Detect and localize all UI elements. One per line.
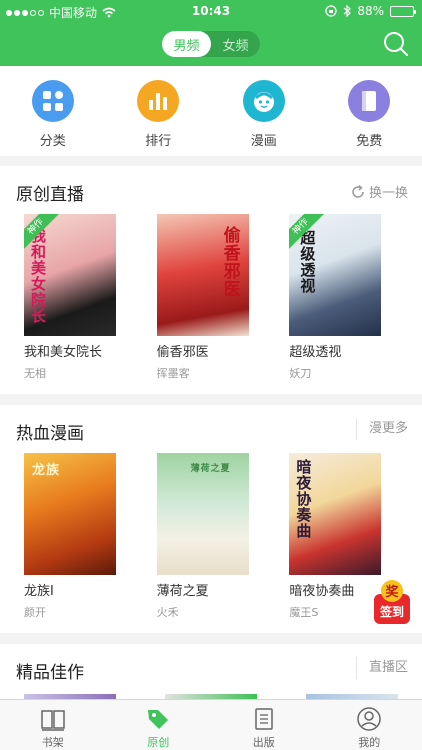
badge-bottom: 签到 [379, 604, 404, 619]
sign-in-badge[interactable]: 奖 签到 [372, 578, 412, 626]
tab-label: 出版 [252, 736, 275, 749]
bookshelf-icon [41, 710, 65, 731]
category-classify[interactable]: 分类 [0, 66, 106, 156]
cover-title: 超级透视 [298, 230, 317, 294]
tab-male[interactable]: 男频 [162, 31, 211, 57]
search-icon[interactable] [382, 30, 410, 58]
refresh-label: 换一换 [368, 186, 408, 201]
category-row: 分类 排行 漫画 免费 [0, 66, 422, 156]
smiley-icon [242, 80, 285, 122]
book-cover[interactable]: 偷香邪医 [156, 214, 249, 336]
refresh-icon [352, 184, 364, 198]
book-item[interactable]: 我和美女院长 神作 我和美女院长 无相 [24, 214, 157, 381]
tab-female[interactable]: 女频 [211, 31, 260, 57]
live-area-button[interactable]: 直播区 [355, 657, 408, 679]
cover-title: 薄荷之夏 [190, 464, 231, 474]
book-author: 挥墨客 [156, 367, 190, 380]
tab-label: 书架 [41, 736, 64, 749]
category-ranking[interactable]: 排行 [106, 66, 212, 156]
book-icon [348, 80, 391, 122]
category-label: 排行 [145, 134, 172, 149]
section-hot-comics: 热血漫画 漫更多 龙族 龙族Ⅰ 颜开 薄荷之夏 薄荷之夏 火禾 暗夜协奏曲 暗夜… [0, 405, 422, 633]
user-icon [357, 707, 381, 731]
gift-icon: 奖 签到 [374, 580, 410, 624]
rotation-lock-icon [325, 5, 337, 17]
book-item[interactable]: 偷香邪医 偷香邪医 挥墨客 [156, 214, 290, 381]
book-item[interactable]: 龙族 龙族Ⅰ 颜开 [24, 453, 157, 620]
section-title: 原创直播 [16, 185, 84, 205]
book-cover[interactable]: 超级透视 神作 [289, 214, 382, 336]
more-comics-button[interactable]: 漫更多 [355, 418, 408, 440]
book-cover[interactable]: 我和美女院长 神作 [24, 214, 116, 336]
battery-icon [390, 5, 416, 17]
battery-percent: 88% [357, 4, 384, 18]
status-bar: 中国移动 10:43 88% [0, 0, 422, 22]
category-label: 分类 [39, 134, 66, 149]
section-original-live: 原创直播 换一换 我和美女院长 神作 我和美女院长 无相 偷香邪医 偷香邪医 挥… [0, 166, 422, 394]
section-premium: 精品佳作 直播区 [0, 644, 422, 699]
nav-bar: 男频 女频 [0, 22, 422, 66]
cover-title: 龙族 [32, 463, 61, 478]
category-free[interactable]: 免费 [317, 66, 422, 156]
cover-title: 偷香邪医 [219, 226, 240, 298]
tab-original[interactable]: 原创 [106, 700, 212, 750]
book-cover[interactable]: 暗夜协奏曲 [289, 453, 382, 575]
book-title: 超级透视 [289, 345, 342, 360]
cover-title: 我和美女院长 [29, 228, 47, 324]
category-label: 漫画 [250, 134, 277, 149]
book-title: 龙族Ⅰ [24, 584, 54, 599]
book-cover[interactable]: 龙族 [24, 453, 116, 575]
book-author: 无相 [24, 367, 46, 380]
section-title: 热血漫画 [16, 424, 84, 444]
tab-bookshelf[interactable]: 书架 [0, 700, 106, 750]
book-title: 我和美女院长 [24, 345, 103, 360]
bluetooth-icon [343, 5, 352, 17]
cover-title: 暗夜协奏曲 [294, 459, 313, 539]
gender-switch: 男频 女频 [162, 31, 260, 57]
book-item[interactable]: 薄荷之夏 薄荷之夏 火禾 [156, 453, 290, 620]
book-cover[interactable]: 薄荷之夏 [156, 453, 249, 575]
section-title: 精品佳作 [16, 663, 84, 683]
badge-top: 奖 [385, 584, 399, 600]
book-author: 妖刀 [289, 367, 312, 380]
bar-chart-icon [137, 80, 180, 122]
tab-mine[interactable]: 我的 [317, 700, 422, 750]
grid-icon [31, 80, 74, 122]
book-author: 火禾 [156, 606, 179, 619]
document-icon [255, 708, 273, 730]
tab-bar: 书架 原创 出版 我的 [0, 699, 422, 750]
tag-icon [148, 710, 169, 729]
category-comics[interactable]: 漫画 [211, 66, 317, 156]
book-item[interactable]: 超级透视 神作 超级透视 妖刀 [289, 214, 422, 381]
book-title: 偷香邪医 [156, 345, 209, 360]
category-label: 免费 [356, 134, 383, 149]
tab-label: 原创 [147, 736, 170, 749]
refresh-button[interactable]: 换一换 [350, 182, 408, 201]
book-title: 薄荷之夏 [156, 584, 209, 599]
tab-publish[interactable]: 出版 [211, 700, 317, 750]
tab-label: 我的 [358, 736, 381, 749]
book-author: 颜开 [24, 606, 46, 619]
